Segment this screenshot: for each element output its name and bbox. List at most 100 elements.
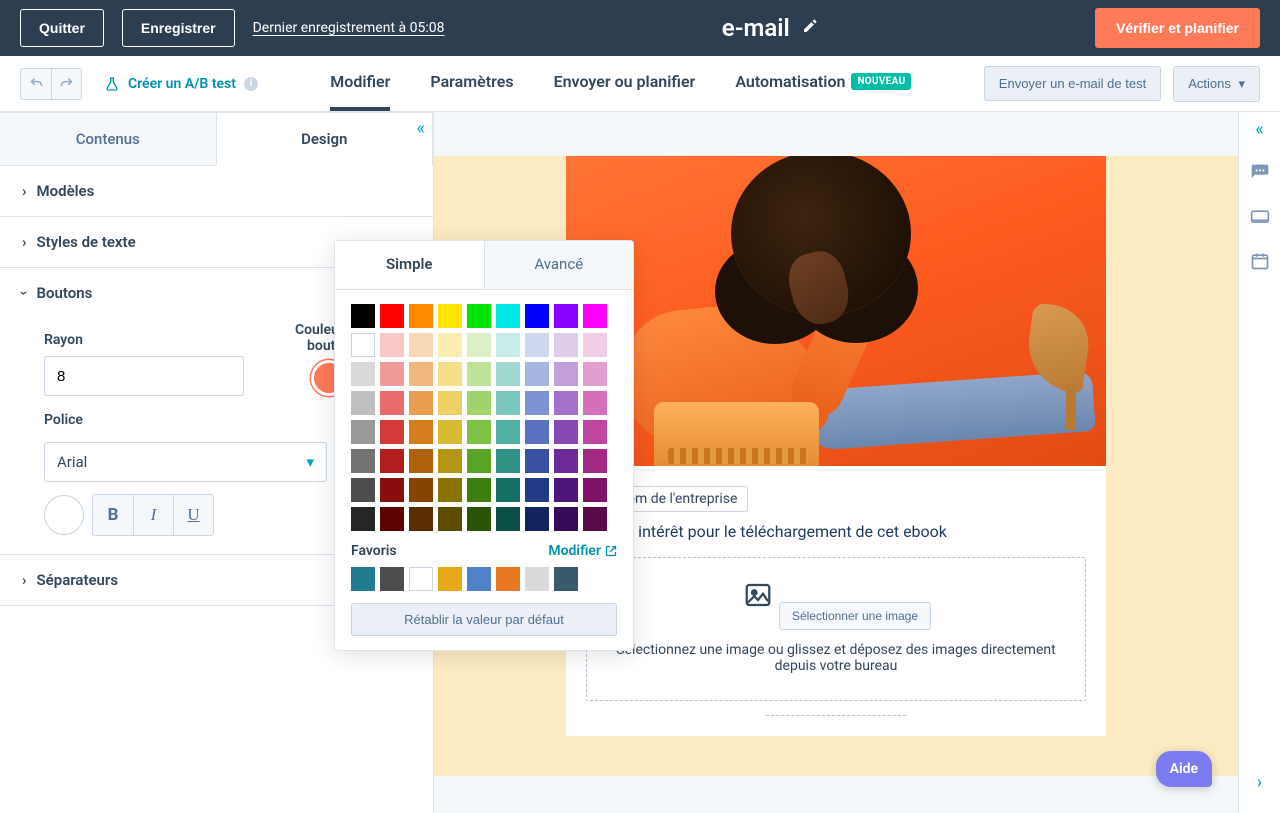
color-swatch[interactable] — [554, 391, 578, 415]
color-swatch[interactable] — [467, 420, 491, 444]
color-swatch[interactable] — [351, 420, 375, 444]
tab-design[interactable]: Design — [217, 112, 434, 166]
color-swatch[interactable] — [583, 304, 607, 328]
color-swatch[interactable] — [554, 362, 578, 386]
color-swatch[interactable] — [409, 420, 433, 444]
color-swatch[interactable] — [525, 391, 549, 415]
color-swatch[interactable] — [351, 304, 375, 328]
popover-tab-simple[interactable]: Simple — [335, 241, 484, 289]
undo-button[interactable] — [21, 69, 51, 99]
color-swatch[interactable] — [467, 449, 491, 473]
color-swatch[interactable] — [467, 304, 491, 328]
color-swatch[interactable] — [438, 362, 462, 386]
color-swatch[interactable] — [525, 507, 549, 531]
favorite-swatch[interactable] — [438, 567, 462, 591]
color-swatch[interactable] — [409, 449, 433, 473]
color-swatch[interactable] — [409, 391, 433, 415]
color-swatch[interactable] — [496, 478, 520, 502]
color-swatch[interactable] — [380, 333, 404, 357]
actions-dropdown[interactable]: Actions — [1173, 66, 1260, 102]
color-swatch[interactable] — [351, 362, 375, 386]
color-swatch[interactable] — [554, 420, 578, 444]
save-button[interactable]: Enregistrer — [122, 9, 235, 47]
color-swatch[interactable] — [525, 333, 549, 357]
color-swatch[interactable] — [467, 391, 491, 415]
expand-right-icon[interactable]: › — [1257, 772, 1262, 793]
color-swatch[interactable] — [496, 391, 520, 415]
calendar-icon[interactable] — [1249, 250, 1271, 272]
color-swatch[interactable] — [496, 362, 520, 386]
color-swatch[interactable] — [409, 507, 433, 531]
popover-tab-advanced[interactable]: Avancé — [484, 241, 634, 289]
color-swatch[interactable] — [380, 304, 404, 328]
accordion-models-header[interactable]: › Modèles — [0, 166, 433, 216]
font-select[interactable]: Arial — [44, 442, 327, 482]
color-swatch[interactable] — [409, 304, 433, 328]
favorite-swatch[interactable] — [467, 567, 491, 591]
color-swatch[interactable] — [438, 420, 462, 444]
color-swatch[interactable] — [351, 391, 375, 415]
color-swatch[interactable] — [409, 362, 433, 386]
color-swatch[interactable] — [525, 449, 549, 473]
favorite-swatch[interactable] — [554, 567, 578, 591]
color-swatch[interactable] — [496, 507, 520, 531]
color-swatch[interactable] — [525, 304, 549, 328]
tab-send[interactable]: Envoyer ou planifier — [554, 56, 696, 111]
color-swatch[interactable] — [380, 478, 404, 502]
color-swatch[interactable] — [525, 478, 549, 502]
ab-test-link[interactable]: Créer un A/B test i — [104, 76, 258, 92]
select-image-button[interactable]: Sélectionner une image — [779, 602, 931, 630]
color-swatch[interactable] — [438, 391, 462, 415]
color-swatch[interactable] — [438, 478, 462, 502]
verify-schedule-button[interactable]: Vérifier et planifier — [1095, 8, 1260, 48]
italic-button[interactable]: I — [133, 495, 173, 535]
underline-button[interactable]: U — [173, 495, 213, 535]
tab-edit[interactable]: Modifier — [330, 56, 390, 111]
color-swatch[interactable] — [351, 478, 375, 502]
color-swatch[interactable] — [583, 333, 607, 357]
color-swatch[interactable] — [351, 449, 375, 473]
color-swatch[interactable] — [351, 333, 375, 357]
tab-automation[interactable]: Automatisation NOUVEAU — [735, 56, 911, 111]
favorite-swatch[interactable] — [380, 567, 404, 591]
color-swatch[interactable] — [583, 420, 607, 444]
reset-default-button[interactable]: Rétablir la valeur par défaut — [351, 603, 617, 636]
color-swatch[interactable] — [438, 304, 462, 328]
color-swatch[interactable] — [496, 333, 520, 357]
favorite-swatch[interactable] — [409, 567, 433, 591]
color-swatch[interactable] — [525, 420, 549, 444]
quit-button[interactable]: Quitter — [20, 9, 104, 47]
color-swatch[interactable] — [554, 333, 578, 357]
color-swatch[interactable] — [467, 478, 491, 502]
send-test-button[interactable]: Envoyer un e-mail de test — [984, 66, 1161, 101]
comments-icon[interactable] — [1249, 162, 1271, 184]
color-swatch[interactable] — [438, 333, 462, 357]
tab-contents[interactable]: Contenus — [0, 112, 217, 165]
pencil-icon[interactable] — [802, 18, 818, 38]
favorites-modify-link[interactable]: Modifier — [548, 543, 617, 559]
color-swatch[interactable] — [583, 449, 607, 473]
color-swatch[interactable] — [380, 362, 404, 386]
favorite-swatch[interactable] — [351, 567, 375, 591]
color-swatch[interactable] — [583, 507, 607, 531]
radius-input[interactable] — [45, 357, 244, 395]
favorite-swatch[interactable] — [525, 567, 549, 591]
color-swatch[interactable] — [554, 304, 578, 328]
color-swatch[interactable] — [380, 507, 404, 531]
devices-icon[interactable] — [1249, 206, 1271, 228]
color-swatch[interactable] — [554, 507, 578, 531]
collapse-left-icon[interactable]: « — [417, 118, 425, 139]
color-swatch[interactable] — [525, 362, 549, 386]
color-swatch[interactable] — [554, 478, 578, 502]
color-swatch[interactable] — [496, 420, 520, 444]
color-swatch[interactable] — [467, 362, 491, 386]
help-bubble[interactable]: Aide — [1156, 751, 1212, 787]
hero-image[interactable] — [566, 156, 1106, 466]
last-saved-link[interactable]: Dernier enregistrement à 05:08 — [253, 20, 445, 36]
color-swatch[interactable] — [351, 507, 375, 531]
collapse-right-icon[interactable]: « — [1249, 118, 1271, 140]
color-swatch[interactable] — [409, 478, 433, 502]
color-swatch[interactable] — [583, 362, 607, 386]
color-swatch[interactable] — [438, 449, 462, 473]
redo-button[interactable] — [51, 69, 81, 99]
